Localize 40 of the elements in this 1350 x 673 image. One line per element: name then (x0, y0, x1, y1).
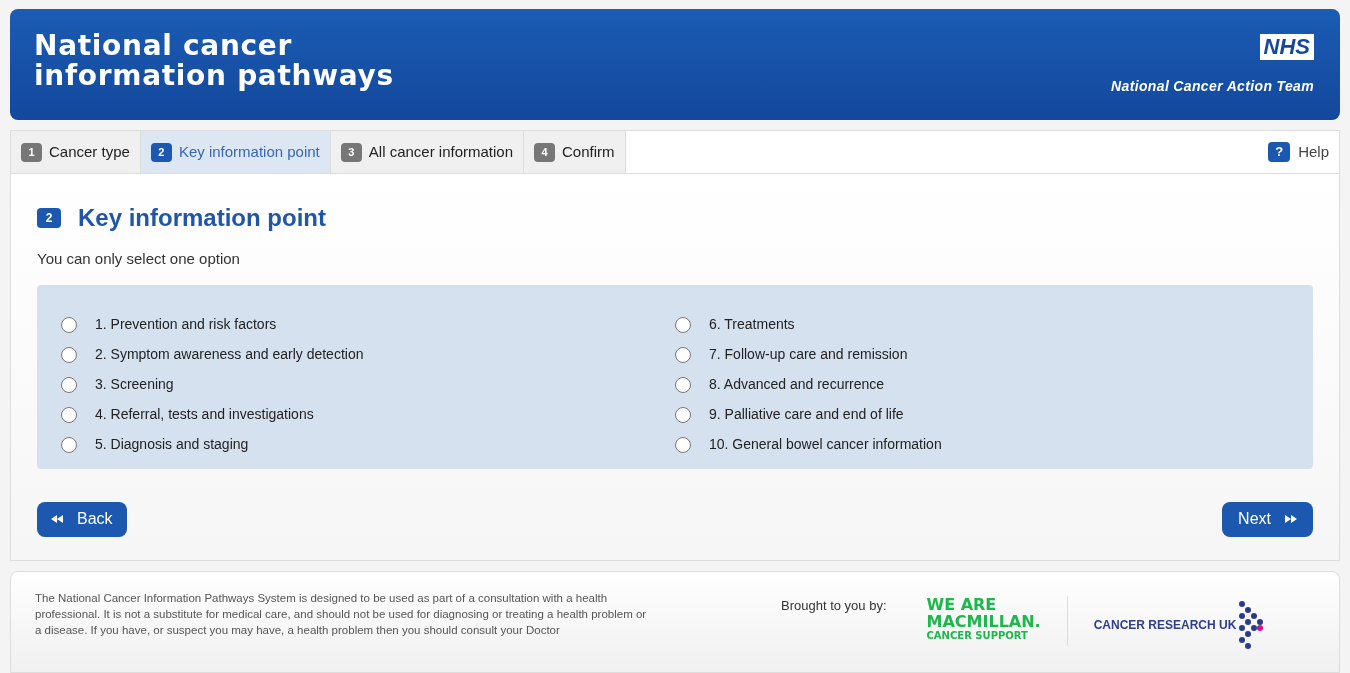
help-icon[interactable]: ? (1268, 142, 1291, 162)
option-label[interactable]: 10. General bowel cancer information (709, 434, 942, 455)
rewind-icon (51, 515, 63, 523)
credit-text: Brought to you by: (781, 597, 887, 615)
option-label[interactable]: 9. Palliative care and end of life (709, 404, 904, 425)
radio-button[interactable] (61, 376, 77, 393)
option-label[interactable]: 1. Prevention and risk factors (95, 314, 277, 335)
option-label[interactable]: 4. Referral, tests and investigations (95, 404, 314, 425)
section-title: Key information point (78, 203, 326, 233)
radio-button[interactable] (675, 436, 691, 453)
option-label[interactable]: 8. Advanced and recurrence (709, 374, 885, 395)
help-link[interactable]: Help (1298, 140, 1329, 164)
radio-button[interactable] (675, 406, 691, 423)
option-label[interactable]: 6. Treatments (709, 314, 795, 335)
option-label[interactable]: 2. Symptom awareness and early detection (95, 344, 364, 365)
radio-button[interactable] (61, 436, 77, 453)
radio-button[interactable] (61, 316, 77, 333)
organisation-name: National Cancer Action Team (1111, 77, 1314, 96)
cancer-research-logo: CANCER RESEARCH UK (1093, 600, 1265, 650)
site-title: National cancer information pathways (34, 31, 394, 94)
disclaimer-text: The National Cancer Information Pathways System is designed to be used as part of a consultation with a health professional. It is not a substitute for medical care, and should not be used for diagnosing or treating a health problem or a disease. If you have, or suspect you may have, a health problem then you should consult your Doctor (35, 591, 648, 638)
step-tab[interactable]: 3 All cancer information (330, 131, 525, 173)
option-label[interactable]: 7. Follow-up care and remission (709, 344, 908, 365)
step-number-badge: 2 (37, 208, 61, 228)
back-button[interactable]: Back (37, 501, 127, 537)
option-label[interactable]: 3. Screening (95, 374, 174, 395)
instruction-text: You can only select one option (37, 249, 241, 269)
fast-forward-icon (1285, 515, 1297, 523)
step-tab[interactable]: 2 Key information point (140, 131, 331, 173)
step-tab[interactable]: 1 Cancer type (11, 131, 141, 173)
radio-button[interactable] (61, 346, 77, 363)
option-label[interactable]: 5. Diagnosis and staging (95, 434, 249, 455)
radio-button[interactable] (61, 406, 77, 423)
macmillan-logo: WE ARE MACMILLAN. CANCER SUPPORT (926, 596, 1041, 642)
nhs-logo: NHS (1259, 34, 1314, 60)
radio-button[interactable] (675, 376, 691, 393)
next-button[interactable]: Next (1222, 501, 1313, 537)
radio-button[interactable] (675, 346, 691, 363)
radio-button[interactable] (675, 316, 691, 333)
step-tab[interactable]: 4 Confirm (524, 131, 626, 173)
